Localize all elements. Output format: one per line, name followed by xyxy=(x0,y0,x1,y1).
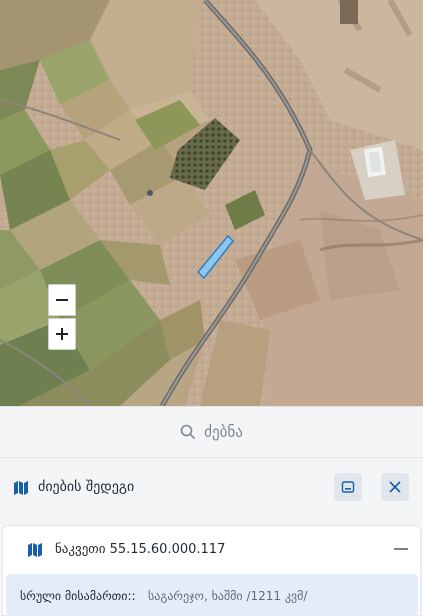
minimize-button[interactable] xyxy=(334,473,362,501)
search-placeholder: ძებნა xyxy=(204,423,243,441)
results-title: ძიების შედეგი xyxy=(38,479,135,495)
address-label: სრული მისამართი:: xyxy=(20,589,136,603)
parcel-result-row[interactable]: ნაკვეთი 55.15.60.000.117 xyxy=(3,526,420,572)
plus-icon xyxy=(56,328,68,340)
address-value: საგარეჯო, ხაშმი /1211 კვმ/ xyxy=(148,589,308,603)
collapse-minus-icon[interactable] xyxy=(394,548,408,550)
zoom-in-button[interactable] xyxy=(48,318,76,350)
results-header: ძიების შედეგი xyxy=(0,469,423,509)
map-icon xyxy=(28,543,42,557)
search-input[interactable]: ძებნა xyxy=(0,407,423,458)
minimize-icon xyxy=(341,481,355,493)
address-box: სრული მისამართი:: საგარეჯო, ხაშმი /1211 … xyxy=(6,574,418,616)
search-panel: ძებნა ძიების შედეგი ნაკვეთი 55.15.60.000… xyxy=(0,406,423,616)
parcel-label: ნაკვეთი 55.15.60.000.117 xyxy=(55,542,226,557)
map-icon xyxy=(14,481,28,495)
zoom-out-button[interactable] xyxy=(48,284,76,316)
search-icon xyxy=(180,424,196,440)
satellite-map[interactable] xyxy=(0,0,423,406)
close-button[interactable] xyxy=(381,473,409,501)
result-card: ნაკვეთი 55.15.60.000.117 სრული მისამართი… xyxy=(2,525,421,616)
close-icon xyxy=(389,481,401,493)
minus-icon xyxy=(56,299,68,301)
